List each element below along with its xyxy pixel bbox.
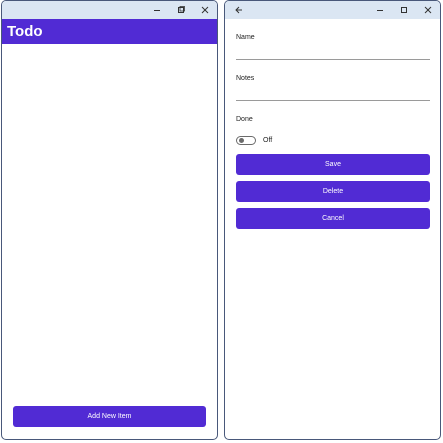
close-icon	[201, 6, 209, 14]
save-button[interactable]: Save	[236, 154, 430, 175]
maximize-button[interactable]	[392, 1, 416, 19]
name-label: Name	[236, 34, 255, 41]
notes-label: Notes	[236, 75, 255, 82]
todo-item-window: Name Notes Done Off Save Delete Cancel	[224, 0, 441, 440]
back-button[interactable]	[227, 1, 251, 19]
toggle-knob	[239, 137, 244, 143]
done-toggle-state: Off	[263, 136, 273, 144]
done-label: Done	[236, 116, 253, 123]
minimize-icon	[377, 10, 383, 11]
minimize-button[interactable]	[368, 1, 392, 19]
maximize-icon	[178, 6, 185, 13]
maximize-icon	[401, 7, 407, 13]
page-title: Todo	[7, 23, 43, 40]
cancel-button[interactable]: Cancel	[236, 208, 430, 229]
todo-list-window: Todo Add New Item	[1, 0, 218, 440]
todo-item-form: Name Notes Done Off Save Delete Cancel	[225, 33, 440, 229]
title-bar	[2, 1, 217, 19]
delete-button[interactable]: Delete	[236, 181, 430, 202]
notes-input[interactable]	[236, 85, 430, 101]
maximize-button[interactable]	[169, 1, 193, 19]
back-arrow-icon	[235, 6, 242, 14]
close-button[interactable]	[416, 1, 440, 19]
minimize-button[interactable]	[145, 1, 169, 19]
add-new-item-button[interactable]: Add New Item	[13, 406, 206, 427]
title-bar	[225, 1, 440, 19]
name-input[interactable]	[236, 44, 430, 60]
close-button[interactable]	[193, 1, 217, 19]
app-header: Todo	[2, 19, 217, 44]
done-toggle-row: Off	[236, 133, 429, 147]
close-icon	[424, 6, 432, 14]
minimize-icon	[154, 10, 160, 11]
done-toggle[interactable]	[236, 135, 256, 145]
